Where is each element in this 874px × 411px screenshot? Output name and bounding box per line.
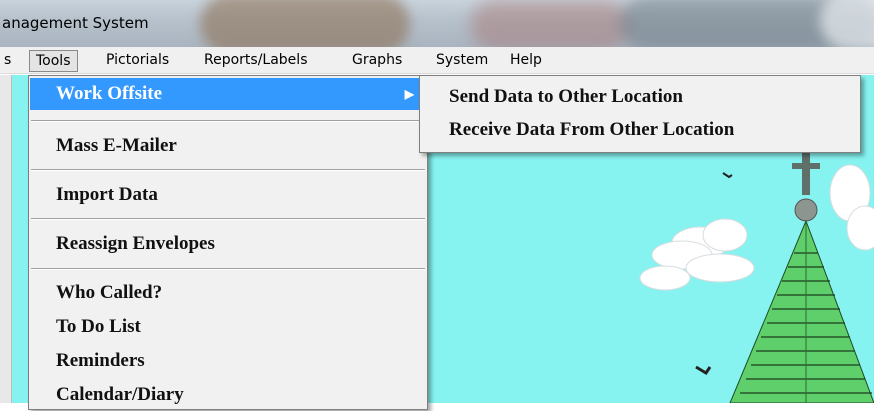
menu-option-label: Reassign Envelopes [56,233,215,254]
menu-separator [31,120,425,122]
menu-option-label: Who Called? [56,282,163,303]
menu-option-work-offsite[interactable]: Work Offsite ▶ [30,78,426,110]
menu-item-pictorials[interactable]: Pictorials [100,50,175,72]
menu-option-to-do-list[interactable]: To Do List [30,311,426,343]
submenu-option-send-data[interactable]: Send Data to Other Location [449,82,683,112]
menu-option-mass-emailer[interactable]: Mass E-Mailer [30,130,426,162]
menu-option-reminders[interactable]: Reminders [30,345,426,377]
submenu-arrow-icon: ▶ [404,87,414,101]
menu-separator [31,169,425,171]
menu-option-label: To Do List [56,316,141,337]
submenu-option-receive-data[interactable]: Receive Data From Other Location [449,115,734,145]
menu-bar: s Tools Pictorials Reports/Labels Graphs… [0,47,874,74]
menu-item-help[interactable]: Help [504,50,548,72]
menu-option-label: Import Data [56,184,158,205]
title-bar: anagement System [0,0,874,47]
menu-option-label: Work Offsite [56,83,163,104]
side-panel-edge [0,75,12,403]
tools-dropdown-menu: Work Offsite ▶ Mass E-Mailer Import Data… [28,75,428,410]
menu-item-reports-labels[interactable]: Reports/Labels [198,50,313,72]
menu-separator [31,268,425,270]
menu-option-calendar-diary[interactable]: Calendar/Diary [30,379,426,411]
window-title: anagement System [2,14,149,32]
menu-separator [31,218,425,220]
menu-option-who-called[interactable]: Who Called? [30,277,426,309]
title-bar-background [470,0,630,47]
menu-item-graphs[interactable]: Graphs [346,50,408,72]
menu-item-partial[interactable]: s [0,50,17,72]
menu-option-label: Reminders [56,350,145,371]
menu-item-tools[interactable]: Tools [29,50,78,72]
menu-item-system[interactable]: System [430,50,494,72]
menu-option-label: Calendar/Diary [56,384,184,405]
menu-option-label: Mass E-Mailer [56,135,177,156]
title-bar-background [820,0,874,47]
menu-option-import-data[interactable]: Import Data [30,179,426,211]
menu-option-reassign-envelopes[interactable]: Reassign Envelopes [30,228,426,260]
church-steeple-picture [639,153,874,403]
title-bar-background [200,0,410,47]
work-offsite-submenu: Send Data to Other Location Receive Data… [419,75,861,153]
